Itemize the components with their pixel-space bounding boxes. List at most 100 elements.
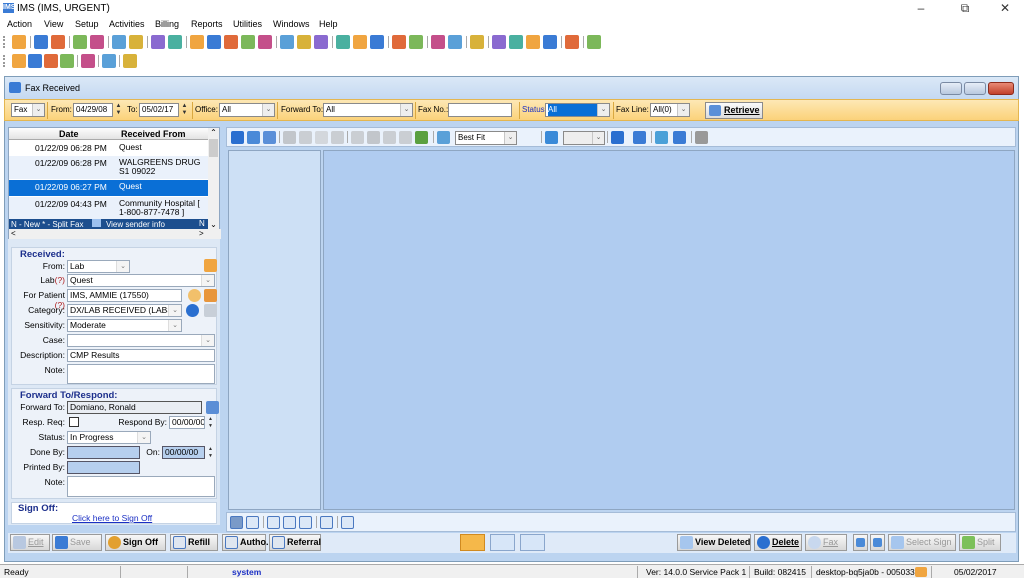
zoom-in-icon[interactable]: [415, 131, 428, 144]
fax-list-vertical-scrollbar[interactable]: ⌃ ⌄: [208, 128, 219, 229]
lab-help-link[interactable]: (?): [55, 275, 65, 285]
scheduler-icon[interactable]: [297, 35, 311, 49]
edit-button[interactable]: Edit: [10, 534, 50, 551]
note-icon[interactable]: [315, 131, 328, 144]
document-check-icon[interactable]: [112, 35, 126, 49]
patient-icon[interactable]: [12, 35, 26, 49]
layout-split-view-button[interactable]: [460, 534, 485, 551]
documents-icon[interactable]: [470, 35, 484, 49]
exit-icon[interactable]: [587, 35, 601, 49]
scroll-down-icon[interactable]: ⌄: [208, 220, 219, 229]
restore-button[interactable]: ⧉: [948, 0, 982, 18]
inbox-icon[interactable]: [353, 35, 367, 49]
edit-form-icon[interactable]: [509, 35, 523, 49]
close-button[interactable]: ✕: [988, 0, 1022, 18]
help-icon[interactable]: [543, 35, 557, 49]
case-select[interactable]: ⌄: [67, 334, 215, 347]
child-minimize-button[interactable]: [940, 82, 962, 95]
rotate-right-icon[interactable]: [673, 131, 686, 144]
done-on-input[interactable]: 00/00/00: [162, 446, 205, 459]
scan-icon[interactable]: [633, 131, 646, 144]
menu-billing[interactable]: Billing: [155, 19, 179, 29]
billing-dollar-icon[interactable]: [190, 35, 204, 49]
fax-list-row[interactable]: 01/22/09 04:43 PM Community Hospital [ 1…: [9, 197, 209, 219]
column-date[interactable]: Date: [59, 129, 79, 139]
calculator-icon[interactable]: [526, 35, 540, 49]
retrieve-button[interactable]: Retrieve: [705, 102, 763, 119]
from-date-input[interactable]: 04/29/08: [73, 103, 113, 117]
forward-to-select[interactable]: All ⌄: [323, 103, 413, 117]
child-restore-button[interactable]: [964, 82, 986, 95]
lab-select[interactable]: Quest ⌄: [67, 274, 215, 287]
document-list-icon[interactable]: [151, 35, 165, 49]
fit-width-icon[interactable]: [283, 516, 296, 529]
outbox-icon[interactable]: [370, 35, 384, 49]
respond-by-spinner[interactable]: ▲ ▼: [206, 416, 215, 430]
autho-button[interactable]: Autho.: [222, 534, 269, 551]
from-date-spinner[interactable]: ▲ ▼: [114, 103, 123, 117]
fax-no-input[interactable]: [448, 103, 512, 117]
to-date-spinner[interactable]: ▲ ▼: [180, 103, 189, 117]
layout-document-view-button[interactable]: [490, 534, 515, 551]
tools-icon[interactable]: [695, 131, 708, 144]
menu-activities[interactable]: Activities: [109, 19, 145, 29]
menu-reports[interactable]: Reports: [191, 19, 223, 29]
statement-icon[interactable]: [224, 35, 238, 49]
page-select[interactable]: ⌄: [563, 131, 605, 145]
menu-utilities[interactable]: Utilities: [233, 19, 262, 29]
office-select[interactable]: All ⌄: [219, 103, 275, 117]
single-page-icon[interactable]: [230, 516, 243, 529]
menu-action[interactable]: Action: [7, 19, 32, 29]
transfer-icon[interactable]: [492, 35, 506, 49]
highlight-icon[interactable]: [331, 131, 344, 144]
lab-flask-icon[interactable]: [129, 35, 143, 49]
rotate-left-icon[interactable]: [655, 131, 668, 144]
fax-line-select[interactable]: All(0) ⌄: [650, 103, 690, 117]
folder-chart-icon[interactable]: [409, 35, 423, 49]
document-view-pane[interactable]: [323, 150, 1015, 510]
previous-page-icon[interactable]: [545, 131, 558, 144]
sign-off-button[interactable]: Sign Off: [105, 534, 166, 551]
scroll-right-icon[interactable]: >: [199, 229, 204, 238]
select-sign-button[interactable]: Select Sign: [888, 534, 956, 551]
description-input[interactable]: CMP Results: [67, 349, 215, 362]
category-select[interactable]: DX/LAB RECEIVED (LABS ⌄: [67, 304, 182, 317]
sign-off-link[interactable]: Click here to Sign Off: [72, 513, 152, 523]
toolbar-grip[interactable]: [3, 55, 5, 67]
contacts-icon[interactable]: [448, 35, 462, 49]
eraser-icon[interactable]: [299, 131, 312, 144]
scroll-up-icon[interactable]: ⌃: [208, 128, 219, 137]
thumbnail-icon[interactable]: [246, 516, 259, 529]
to-date-input[interactable]: 05/02/17: [139, 103, 179, 117]
layout-grid-view-button[interactable]: [520, 534, 545, 551]
first-record-icon[interactable]: [12, 54, 26, 68]
delete-button[interactable]: Delete: [754, 534, 802, 551]
menu-windows[interactable]: Windows: [273, 19, 310, 29]
fax-list-row[interactable]: 01/22/09 06:28 PM WALGREENS DRUG S1 0902…: [9, 156, 209, 179]
thumbnail-pane[interactable]: [228, 150, 321, 510]
fit-height-icon[interactable]: [299, 516, 312, 529]
notes-edit-icon[interactable]: [90, 35, 104, 49]
user-check-icon[interactable]: [51, 35, 65, 49]
zoom-region-icon[interactable]: [263, 131, 276, 144]
close-circle-icon[interactable]: [123, 54, 137, 68]
received-from-select[interactable]: Lab ⌄: [67, 260, 130, 273]
next-record-icon[interactable]: [44, 54, 58, 68]
reports-icon[interactable]: [314, 35, 328, 49]
patient-input[interactable]: IMS, AMMIE (17550): [67, 289, 182, 302]
fax-list-row-selected[interactable]: 01/22/09 06:27 PM Quest: [9, 180, 209, 196]
refresh-icon[interactable]: [81, 54, 95, 68]
address-book-icon[interactable]: [204, 259, 217, 272]
folder-open-icon[interactable]: [73, 35, 87, 49]
done-on-spinner[interactable]: ▲ ▼: [206, 446, 215, 460]
fit-page-icon[interactable]: [267, 516, 280, 529]
menu-setup[interactable]: Setup: [75, 19, 99, 29]
calendar-icon[interactable]: [280, 35, 294, 49]
toolbar-grip[interactable]: [3, 36, 5, 48]
category-document-icon[interactable]: [204, 304, 217, 317]
forward-to-input[interactable]: Domiano, Ronald: [67, 401, 202, 414]
fax-button[interactable]: Fax: [805, 534, 847, 551]
view-sender-info-link[interactable]: View sender info: [106, 220, 165, 229]
received-note-textarea[interactable]: [67, 364, 215, 384]
status-select[interactable]: All ⌄: [545, 103, 610, 117]
